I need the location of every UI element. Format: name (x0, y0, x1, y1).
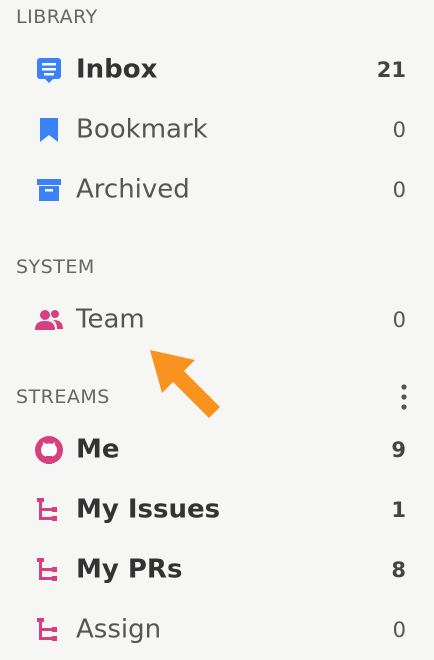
bookmark-icon (34, 115, 64, 145)
sidebar-item-archived[interactable]: Archived 0 (0, 160, 434, 220)
sidebar-item-label: Inbox (76, 54, 158, 85)
sidebar-item-count: 9 (391, 438, 406, 462)
more-options-icon[interactable] (400, 384, 408, 410)
section-header-system: SYSTEM (16, 256, 95, 278)
hierarchy-icon (34, 555, 64, 585)
sidebar-item-my-prs[interactable]: My PRs 8 (0, 540, 434, 600)
people-icon (34, 305, 64, 335)
sidebar-item-count: 21 (376, 58, 406, 82)
sidebar-item-label: Assign (76, 614, 162, 645)
sidebar-item-count: 0 (392, 118, 406, 142)
sidebar-item-count: 0 (392, 618, 406, 642)
hierarchy-icon (34, 615, 64, 645)
sidebar-item-me[interactable]: Me 9 (0, 420, 434, 480)
sidebar-item-assign[interactable]: Assign 0 (0, 600, 434, 660)
sidebar: LIBRARY Inbox 21 Bookmark 0 Archived 0 S… (0, 0, 434, 644)
sidebar-item-label: Me (76, 434, 120, 465)
archive-box-icon (34, 175, 64, 205)
inbox-icon (34, 55, 64, 85)
sidebar-item-label: My PRs (76, 554, 183, 585)
section-header-streams: STREAMS (16, 386, 110, 408)
github-icon (34, 435, 64, 465)
sidebar-item-count: 0 (392, 308, 406, 332)
sidebar-item-label: Archived (76, 174, 190, 205)
sidebar-item-count: 0 (392, 178, 406, 202)
section-header-library: LIBRARY (16, 6, 98, 28)
sidebar-item-label: Bookmark (76, 114, 208, 145)
sidebar-item-label: Team (76, 304, 145, 335)
sidebar-item-bookmark[interactable]: Bookmark 0 (0, 100, 434, 160)
sidebar-item-label: My Issues (76, 494, 221, 525)
sidebar-item-count: 8 (391, 558, 406, 582)
sidebar-item-my-issues[interactable]: My Issues 1 (0, 480, 434, 540)
hierarchy-icon (34, 495, 64, 525)
sidebar-item-inbox[interactable]: Inbox 21 (0, 40, 434, 100)
sidebar-item-count: 1 (391, 498, 406, 522)
